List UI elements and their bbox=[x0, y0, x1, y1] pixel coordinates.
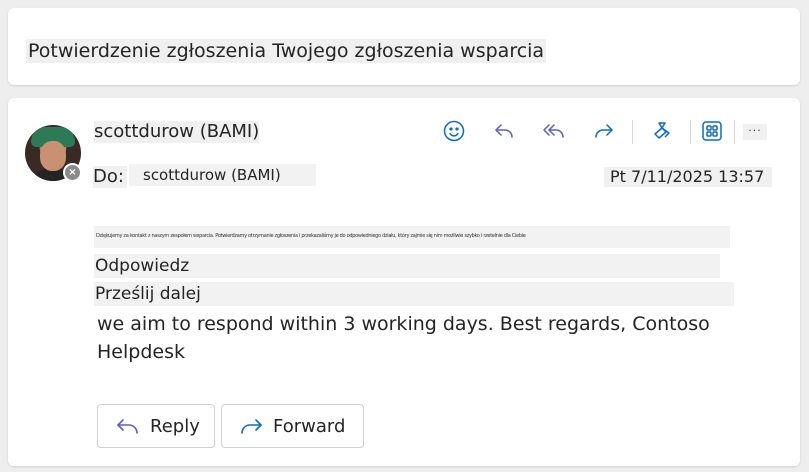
subject-card: Potwierdzenie zgłoszenia Twojego zgłosze… bbox=[8, 8, 800, 85]
emoji-icon[interactable] bbox=[436, 116, 472, 146]
body-line-forward: Prześlij dalej bbox=[94, 282, 734, 306]
sent-date: Pt 7/11/2025 13:57 bbox=[604, 167, 772, 187]
body-text: we aim to respond within 3 working days.… bbox=[97, 313, 710, 363]
reply-button[interactable]: Reply bbox=[97, 404, 215, 448]
garbled-text-line: Dziękujemy za kontakt z naszym zespołem … bbox=[94, 226, 730, 248]
forward-icon[interactable] bbox=[586, 116, 622, 146]
message-card: × scottdurow (BAMI) ... Do: scottdurow (… bbox=[8, 98, 800, 466]
recipients-label: Do: bbox=[93, 166, 127, 188]
body-line-reply: Odpowiedz bbox=[94, 254, 720, 278]
forward-icon bbox=[241, 419, 262, 434]
reply-all-icon[interactable] bbox=[536, 116, 572, 146]
forward-button[interactable]: Forward bbox=[221, 404, 364, 448]
apps-icon[interactable] bbox=[694, 116, 730, 146]
email-subject: Potwierdzenie zgłoszenia Twojego zgłosze… bbox=[26, 39, 547, 63]
avatar-face bbox=[40, 141, 66, 171]
recipient-name[interactable]: scottdurow (BAMI) bbox=[129, 164, 316, 186]
forward-button-label: Forward bbox=[273, 415, 346, 437]
copilot-icon[interactable] bbox=[644, 116, 680, 146]
presence-offline-icon: × bbox=[63, 163, 82, 182]
toolbar-divider bbox=[632, 120, 633, 144]
sender-name[interactable]: scottdurow (BAMI) bbox=[94, 121, 260, 143]
toolbar-divider bbox=[690, 120, 691, 144]
reply-button-label: Reply bbox=[150, 415, 200, 437]
garbled-text: Dziękujemy za kontakt z naszym zespołem … bbox=[96, 233, 526, 239]
more-options-button[interactable]: ... bbox=[743, 122, 767, 140]
reply-icon bbox=[117, 419, 138, 434]
toolbar-divider bbox=[734, 120, 735, 144]
reply-icon[interactable] bbox=[486, 116, 522, 146]
